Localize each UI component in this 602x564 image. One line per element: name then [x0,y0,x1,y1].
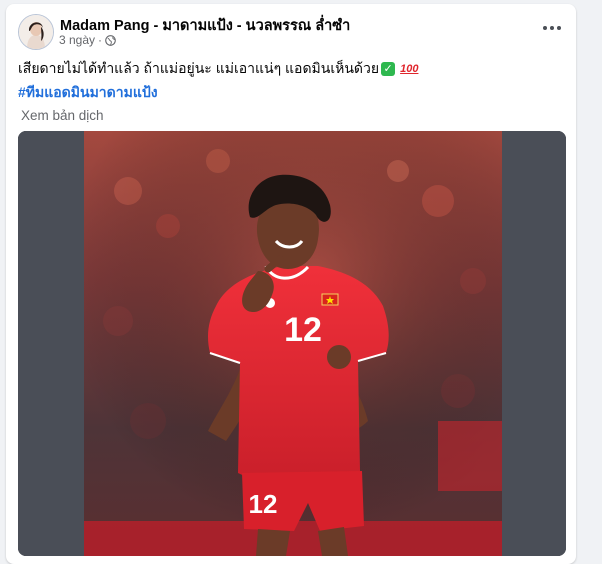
shorts-number: 12 [249,489,278,519]
post-text: เสียดายไม่ได้ทำแล้ว ถ้าแม่อยู่นะ แม่เอาแ… [18,58,418,80]
post-photo[interactable]: 12 12 [18,131,566,556]
football-player-photo: 12 12 [18,131,566,556]
post-time[interactable]: 3 ngày [59,33,95,47]
post-body: เสียดายไม่ได้ทำแล้ว ถ้าแม่อยู่นะ แม่เอาแ… [18,60,380,76]
meta-separator: · [98,33,103,47]
avatar-portrait-icon [19,15,53,49]
jersey-number: 12 [284,311,322,349]
globe-icon[interactable] [105,34,116,46]
more-options-icon[interactable] [540,18,564,38]
hundred-points-emoji-icon: 100 [400,63,419,75]
see-translation-link[interactable]: Xem bản dịch [21,108,104,123]
hashtag-link[interactable]: #ทีมแอดมินมาดามแป้ง [18,82,158,104]
check-mark-emoji-icon: ✓ [381,62,396,76]
post-card: Madam Pang - มาดามแป้ง - นวลพรรณ ล่ำซำ 3… [6,4,576,564]
post-meta: 3 ngày · [59,33,116,47]
author-avatar[interactable] [18,14,54,50]
